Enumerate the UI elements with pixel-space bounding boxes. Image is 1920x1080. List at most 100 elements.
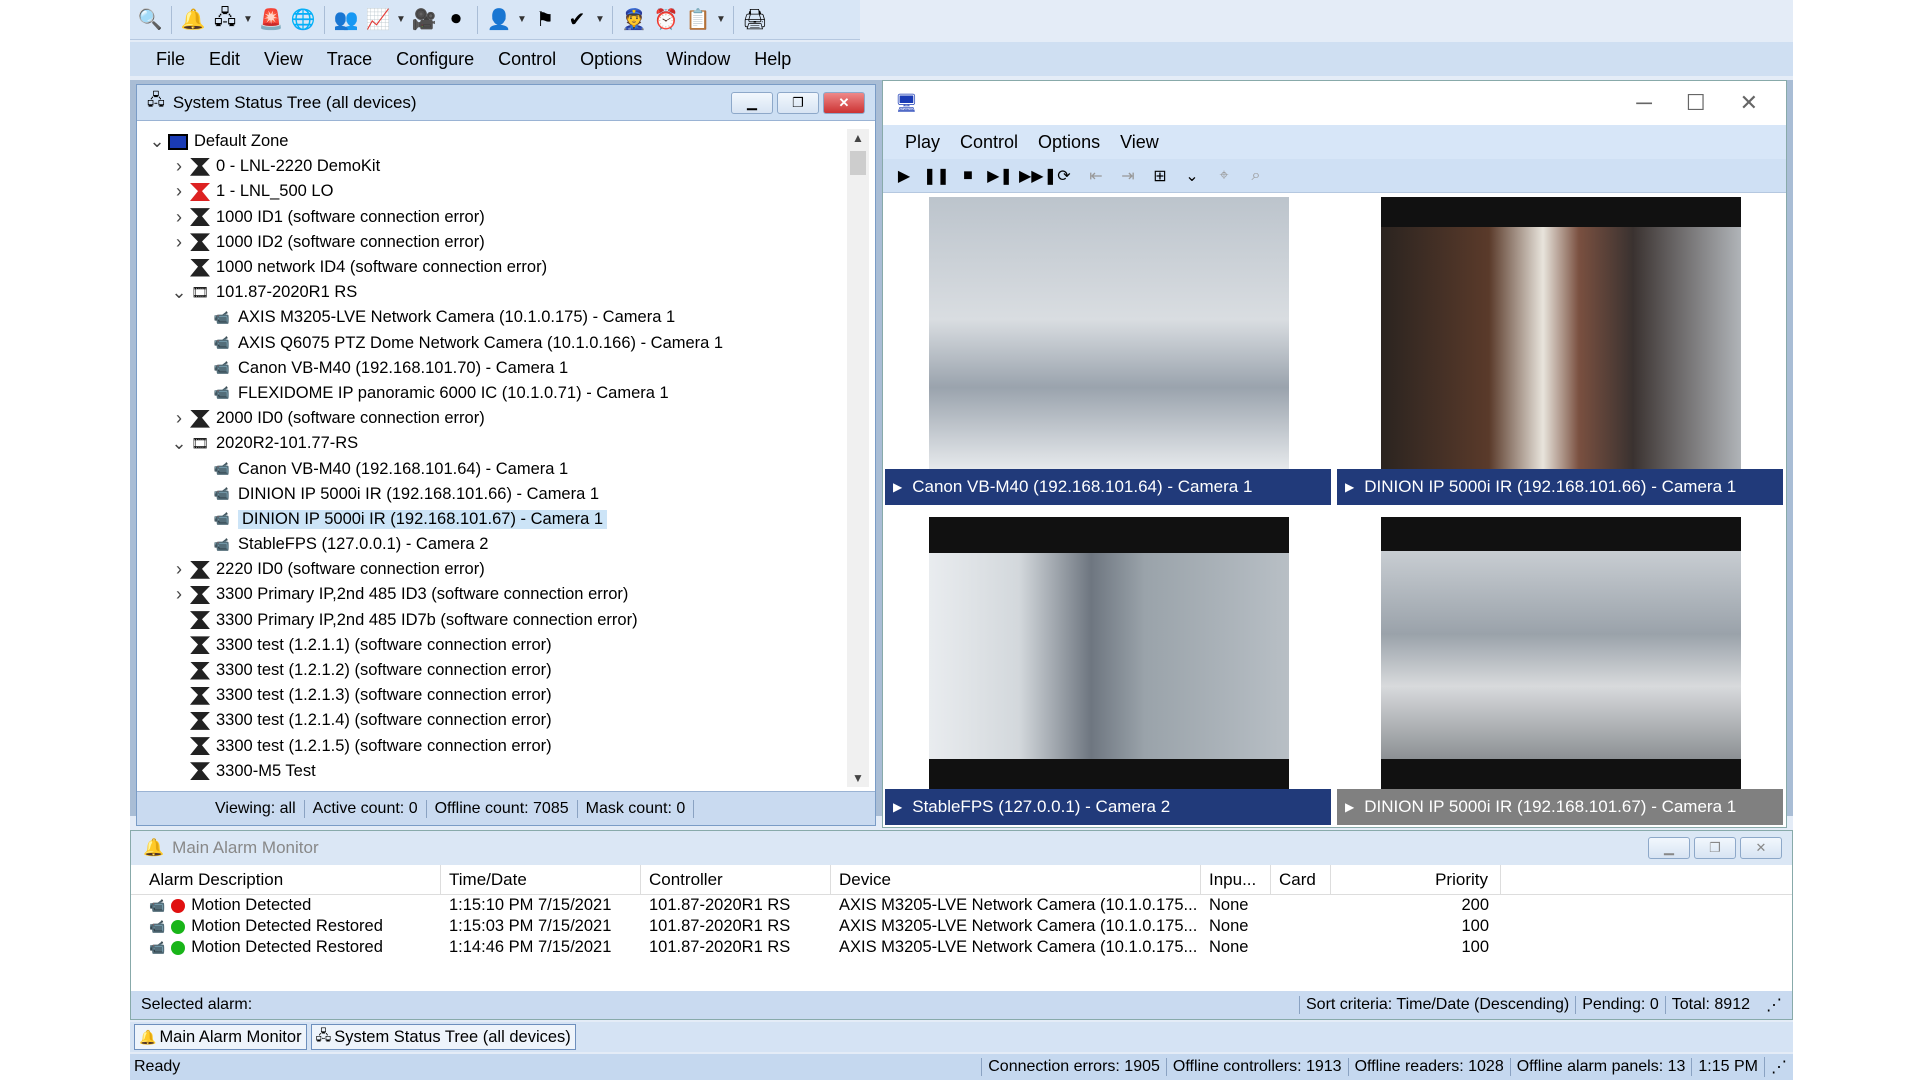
skip-end-icon[interactable]: ▶▶❚ <box>1019 166 1057 186</box>
tree-node[interactable]: 📹 AXIS M3205-LVE Network Camera (10.1.0.1… <box>147 305 841 330</box>
tree-node[interactable]: 3300 test (1.2.1.2) (software connection… <box>147 658 841 683</box>
tree-scrollbar[interactable]: ▲ ▼ <box>847 129 869 787</box>
tree-node[interactable]: 3300 test (1.2.1.3) (software connection… <box>147 683 841 708</box>
menu-control[interactable]: Control <box>486 49 568 70</box>
camera-feed[interactable] <box>1381 517 1741 789</box>
tree-node[interactable]: 📹 StableFPS (127.0.0.1) - Camera 2 <box>147 532 841 557</box>
tree-node[interactable]: 📹 DINION IP 5000i IR (192.168.101.67) - C… <box>147 507 841 532</box>
close-button[interactable]: ✕ <box>823 91 865 114</box>
tab-system-status-tree[interactable]: 🖧 System Status Tree (all devices) <box>310 1024 576 1050</box>
grid-layout-icon[interactable]: ⊞ <box>1147 166 1173 186</box>
expand-chevron-icon[interactable]: › <box>169 181 189 202</box>
menu-window[interactable]: Window <box>654 49 742 70</box>
dropdown-arrow-icon[interactable]: ▼ <box>595 14 605 25</box>
jump-end-icon[interactable]: ⇥ <box>1115 166 1141 186</box>
viewer-menu-options[interactable]: Options <box>1028 132 1110 153</box>
menu-trace[interactable]: Trace <box>315 49 384 70</box>
tree-window-titlebar[interactable]: 🖧 System Status Tree (all devices) ▁ ❐ ✕ <box>137 85 875 121</box>
dropdown-arrow-icon[interactable]: ▼ <box>396 14 406 25</box>
report-icon[interactable]: 📋 <box>684 6 712 34</box>
dropdown-arrow-icon[interactable]: ▼ <box>243 14 253 25</box>
viewer-menu-play[interactable]: Play <box>895 132 950 153</box>
tree-node[interactable]: 1000 network ID4 (software connection er… <box>147 255 841 280</box>
resize-grip-icon[interactable]: ⋰ <box>1764 1057 1793 1077</box>
alarm-icon[interactable]: 🚨 <box>257 6 285 34</box>
tree-node[interactable]: 3300 Primary IP,2nd 485 ID7b (software c… <box>147 608 841 633</box>
camera-label[interactable]: DINION IP 5000i IR (192.168.101.67) - Ca… <box>1337 789 1783 825</box>
pause-icon[interactable]: ❚❚ <box>923 166 950 186</box>
video-tile[interactable]: StableFPS (127.0.0.1) - Camera 2 <box>885 517 1331 825</box>
video-tile[interactable]: DINION IP 5000i IR (192.168.101.67) - Ca… <box>1337 517 1783 825</box>
bell-icon[interactable]: 🔔 <box>179 6 207 34</box>
tree-node[interactable]: 3300 test (1.2.1.4) (software connection… <box>147 708 841 733</box>
scroll-up-icon[interactable]: ▲ <box>847 131 869 145</box>
printer-icon[interactable]: 🖨 <box>741 6 769 34</box>
expand-chevron-icon[interactable]: › <box>169 232 189 253</box>
tree-node[interactable]: 📹 Canon VB-M40 (192.168.101.64) - Camera … <box>147 456 841 481</box>
tree-node[interactable]: › 2000 ID0 (software connection error) <box>147 406 841 431</box>
search-icon[interactable]: 🔍 <box>136 6 164 34</box>
menu-options[interactable]: Options <box>568 49 654 70</box>
guard-icon[interactable]: 👮 <box>620 6 648 34</box>
play-icon[interactable]: ▶ <box>891 166 917 186</box>
camera-label[interactable]: Canon VB-M40 (192.168.101.64) - Camera 1 <box>885 469 1331 505</box>
alarm-row[interactable]: 📹 Motion Detected Restored 1:14:46 PM 7/15… <box>131 937 1792 958</box>
camera-icon[interactable]: 🎥 <box>410 6 438 34</box>
alarm-titlebar[interactable]: 🔔 Main Alarm Monitor ▁ ❐ ✕ <box>131 831 1792 865</box>
tree-node[interactable]: › 1 - LNL_500 LO <box>147 179 841 204</box>
alarm-row[interactable]: 📹 Motion Detected 1:15:10 PM 7/15/2021 101.… <box>131 895 1792 916</box>
resize-grip-icon[interactable]: ⋰ <box>1756 995 1792 1015</box>
zoom-icon[interactable]: ⌕ <box>1243 167 1269 185</box>
tree-node[interactable]: › 3300 Primary IP,2nd 485 ID3 (software c… <box>147 582 841 607</box>
loop-icon[interactable]: ⟳ <box>1051 166 1077 186</box>
column-header[interactable]: Card <box>1271 864 1331 895</box>
column-header[interactable]: Controller <box>641 864 831 895</box>
camera-label[interactable]: StableFPS (127.0.0.1) - Camera 2 <box>885 789 1331 825</box>
minimize-button[interactable]: ▁ <box>731 91 773 114</box>
tree-node[interactable]: 3300 test (1.2.1.1) (software connection… <box>147 633 841 658</box>
expand-chevron-icon[interactable]: › <box>169 584 189 605</box>
menu-configure[interactable]: Configure <box>384 49 486 70</box>
user-icon[interactable]: 👤 <box>485 6 513 34</box>
tree-node[interactable]: ⌄ 🎞 101.87-2020R1 RS <box>147 280 841 305</box>
camera-feed[interactable] <box>929 197 1289 469</box>
step-forward-icon[interactable]: ▶❚ <box>987 166 1013 186</box>
close-icon[interactable]: ✕ <box>1740 90 1758 116</box>
status-tree[interactable]: ⌄ Default Zone › 0 - LNL-2220 DemoKit › 1 - L… <box>147 129 841 787</box>
expand-chevron-icon[interactable]: › <box>169 156 189 177</box>
tree-node[interactable]: ⌄ Default Zone <box>147 129 841 154</box>
collapse-chevron-icon[interactable]: ⌄ <box>169 433 189 454</box>
chart-icon[interactable]: 📈 <box>364 6 392 34</box>
scroll-down-icon[interactable]: ▼ <box>847 771 869 785</box>
close-button[interactable]: ✕ <box>1740 837 1782 859</box>
minimize-button[interactable]: ▁ <box>1648 837 1690 859</box>
camera-feed[interactable] <box>929 517 1289 789</box>
menu-view[interactable]: View <box>252 49 315 70</box>
tree-node[interactable]: 📹 Canon VB-M40 (192.168.101.70) - Camera … <box>147 356 841 381</box>
check-icon[interactable]: ✔ <box>563 6 591 34</box>
dropdown-arrow-icon[interactable]: ⌄ <box>1179 166 1205 186</box>
clock-icon[interactable]: ⏰ <box>652 6 680 34</box>
video-tile[interactable]: Canon VB-M40 (192.168.101.64) - Camera 1 <box>885 197 1331 505</box>
tree-node[interactable]: › 1000 ID1 (software connection error) <box>147 205 841 230</box>
menu-edit[interactable]: Edit <box>197 49 252 70</box>
column-header[interactable]: Time/Date <box>441 864 641 895</box>
record-icon[interactable]: ⏺ <box>442 6 470 34</box>
camera-feed[interactable] <box>1381 197 1741 469</box>
viewer-menu-view[interactable]: View <box>1110 132 1169 153</box>
fit-icon[interactable]: ⌖ <box>1211 167 1237 185</box>
video-tile[interactable]: DINION IP 5000i IR (192.168.101.66) - Ca… <box>1337 197 1783 505</box>
stop-icon[interactable]: ■ <box>955 167 981 185</box>
camera-label[interactable]: DINION IP 5000i IR (192.168.101.66) - Ca… <box>1337 469 1783 505</box>
tree-node[interactable]: › 1000 ID2 (software connection error) <box>147 230 841 255</box>
tree-node[interactable]: › 2220 ID0 (software connection error) <box>147 557 841 582</box>
tab-main-alarm-monitor[interactable]: 🔔 Main Alarm Monitor <box>134 1024 307 1050</box>
column-header[interactable]: Device <box>831 864 1201 895</box>
menu-help[interactable]: Help <box>742 49 803 70</box>
dropdown-arrow-icon[interactable]: ▼ <box>716 14 726 25</box>
viewer-titlebar[interactable]: 🖥 ─ ☐ ✕ <box>883 81 1786 125</box>
tree-icon[interactable]: 🖧 <box>211 6 239 34</box>
viewer-menu-control[interactable]: Control <box>950 132 1028 153</box>
jump-start-icon[interactable]: ⇤ <box>1083 166 1109 186</box>
menu-file[interactable]: File <box>144 49 197 70</box>
